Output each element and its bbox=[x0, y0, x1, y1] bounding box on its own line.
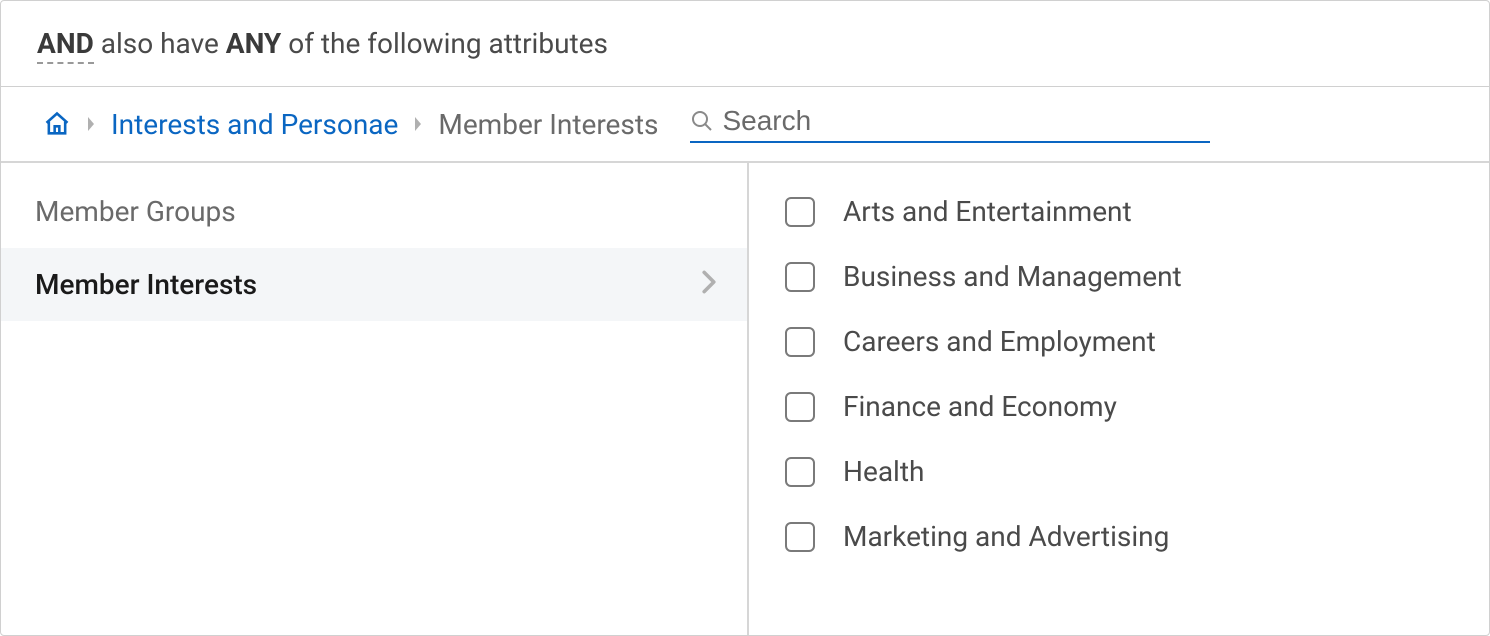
option-label: Careers and Employment bbox=[843, 325, 1156, 358]
breadcrumb-link-interests-personae[interactable]: Interests and Personae bbox=[111, 108, 398, 141]
checkbox[interactable] bbox=[785, 327, 815, 357]
breadcrumb-separator-icon bbox=[85, 116, 97, 132]
checkbox[interactable] bbox=[785, 197, 815, 227]
content-area: Member Groups Member Interests Arts and … bbox=[1, 163, 1489, 635]
option-label: Marketing and Advertising bbox=[843, 520, 1169, 553]
chevron-right-icon bbox=[701, 268, 717, 301]
category-list: Member Groups Member Interests bbox=[1, 163, 749, 635]
option-careers-and-employment[interactable]: Careers and Employment bbox=[749, 309, 1489, 374]
checkbox[interactable] bbox=[785, 457, 815, 487]
keyword-and[interactable]: AND bbox=[37, 27, 94, 64]
option-label: Business and Management bbox=[843, 260, 1182, 293]
option-label: Arts and Entertainment bbox=[843, 195, 1132, 228]
option-arts-and-entertainment[interactable]: Arts and Entertainment bbox=[749, 179, 1489, 244]
checkbox[interactable] bbox=[785, 522, 815, 552]
options-list: Arts and Entertainment Business and Mana… bbox=[749, 163, 1489, 635]
breadcrumb-separator-icon bbox=[412, 116, 424, 132]
condition-header: AND also have ANY of the following attri… bbox=[1, 1, 1489, 87]
category-item-member-interests[interactable]: Member Interests bbox=[1, 248, 747, 321]
home-icon[interactable] bbox=[43, 110, 71, 138]
header-text-mid: also have bbox=[94, 27, 226, 60]
breadcrumb-search-row: Interests and Personae Member Interests bbox=[1, 87, 1489, 163]
option-finance-and-economy[interactable]: Finance and Economy bbox=[749, 374, 1489, 439]
audience-attribute-panel: AND also have ANY of the following attri… bbox=[0, 0, 1490, 636]
search-icon bbox=[690, 109, 714, 133]
option-label: Finance and Economy bbox=[843, 390, 1117, 423]
option-health[interactable]: Health bbox=[749, 439, 1489, 504]
option-label: Health bbox=[843, 455, 924, 488]
search-field[interactable] bbox=[690, 105, 1210, 143]
breadcrumb-current: Member Interests bbox=[438, 108, 658, 141]
category-item-label: Member Interests bbox=[35, 268, 257, 301]
header-text-end: of the following attributes bbox=[281, 27, 608, 60]
category-item-member-groups[interactable]: Member Groups bbox=[1, 175, 747, 248]
checkbox[interactable] bbox=[785, 392, 815, 422]
option-business-and-management[interactable]: Business and Management bbox=[749, 244, 1489, 309]
category-item-label: Member Groups bbox=[35, 195, 236, 228]
keyword-any: ANY bbox=[226, 27, 282, 60]
checkbox[interactable] bbox=[785, 262, 815, 292]
option-marketing-and-advertising[interactable]: Marketing and Advertising bbox=[749, 504, 1489, 569]
search-input[interactable] bbox=[722, 105, 1210, 137]
